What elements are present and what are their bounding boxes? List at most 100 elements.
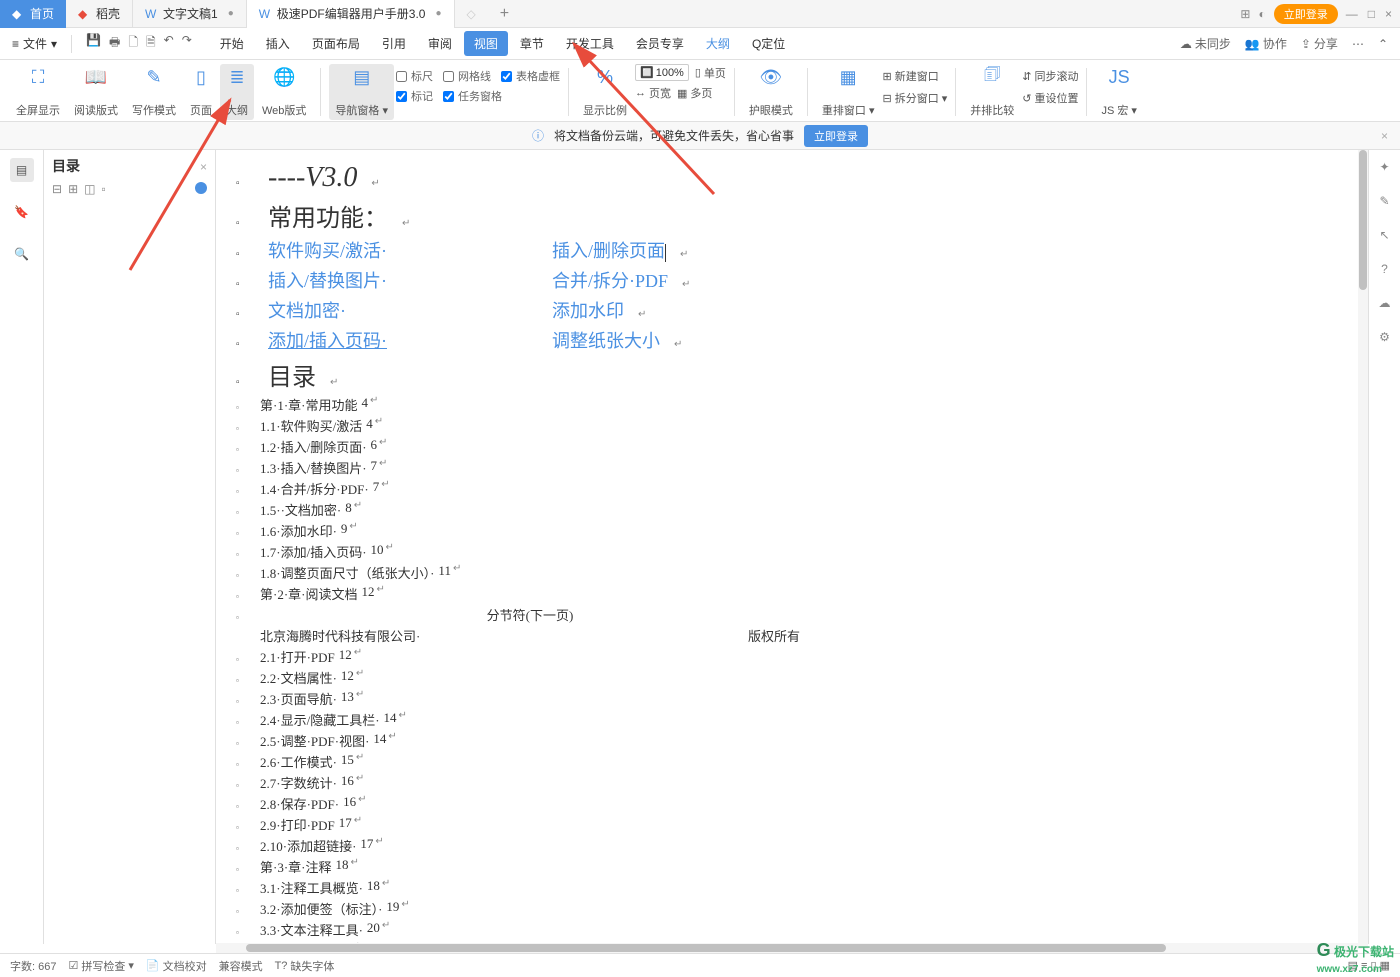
export-icon[interactable]: 🗎 (146, 33, 156, 54)
close-window-icon[interactable]: × (1385, 7, 1392, 21)
undo-icon[interactable]: ↶ (164, 33, 174, 54)
toc-entry[interactable]: 1.1·软件购买/激活 (260, 416, 362, 435)
more-menu[interactable]: ⋯ (1352, 37, 1364, 51)
close-icon[interactable]: ● (435, 8, 441, 19)
toc-entry[interactable]: 2.2·文档属性· (260, 668, 337, 687)
toc-entry[interactable]: 3.1·注释工具概览· (260, 878, 363, 897)
menu-insert[interactable]: 插入 (256, 31, 300, 56)
help-tool-icon[interactable]: ? (1381, 262, 1388, 276)
file-menu[interactable]: ≡ 文件 ▾ (12, 35, 57, 52)
toc-entry[interactable]: 1.6·添加水印· (260, 521, 337, 540)
compat-mode[interactable]: 兼容模式 (219, 958, 263, 974)
toc-tool[interactable]: ▤ (10, 158, 34, 182)
collapse-ribbon[interactable]: ⌃ (1378, 37, 1388, 51)
toc-entry[interactable]: 2.5·调整·PDF·视图· (260, 731, 369, 750)
scrollbar-thumb[interactable] (1359, 150, 1367, 290)
missing-font[interactable]: T? 缺失字体 (275, 958, 335, 974)
menu-vip[interactable]: 会员专享 (626, 31, 694, 56)
login-button[interactable]: 立即登录 (1274, 4, 1338, 24)
compare-button[interactable]: 🗊并排比较 (964, 64, 1020, 120)
menu-layout[interactable]: 页面布局 (302, 31, 370, 56)
share-button[interactable]: ⇪分享 (1301, 35, 1338, 52)
pagewidth-button[interactable]: ↔ 页宽 (635, 85, 671, 101)
collapse-all-icon[interactable]: ⊟ (52, 182, 62, 196)
toc-entry[interactable]: 1.7·添加/插入页码· (260, 542, 367, 561)
expand-all-icon[interactable]: ⊞ (68, 182, 78, 196)
doc-link[interactable]: 添加/插入页码· (268, 327, 538, 353)
doc-link[interactable]: 合并/拆分·PDF (552, 267, 668, 293)
toc-entry[interactable]: 3.2·添加便签（标注）· (260, 899, 382, 918)
toc-entry[interactable]: 第·1·章·常用功能 (260, 395, 358, 414)
doc-link[interactable]: 插入/删除页面 (552, 237, 666, 263)
split-window-button[interactable]: ⊟ 拆分窗口 ▾ (882, 90, 947, 106)
web-layout-button[interactable]: 🌐Web版式 (256, 64, 312, 120)
tile-window-button[interactable]: ▦重排窗口 ▾ (816, 64, 881, 120)
js-macro-button[interactable]: JSJS 宏 ▾ (1095, 64, 1142, 120)
minimize-icon[interactable]: — (1346, 7, 1358, 21)
menu-devtools[interactable]: 开发工具 (556, 31, 624, 56)
sync-status[interactable]: ☁未同步 (1180, 35, 1231, 52)
menu-chapter[interactable]: 章节 (510, 31, 554, 56)
close-banner-icon[interactable]: × (1381, 129, 1388, 143)
toc-entry[interactable]: 2.8·保存·PDF· (260, 794, 339, 813)
tab-pdf-manual[interactable]: W极速PDF编辑器用户手册3.0● (247, 0, 455, 28)
grid-icon[interactable]: ⊞ (1240, 7, 1250, 21)
coop-button[interactable]: 👥协作 (1245, 35, 1287, 52)
grid-checkbox[interactable]: 网格线 (443, 68, 491, 84)
toc-entry[interactable]: 2.6·工作模式· (260, 752, 337, 771)
settings-tool-icon[interactable]: ⚙ (1379, 330, 1390, 344)
menu-references[interactable]: 引用 (372, 31, 416, 56)
toc-entry[interactable]: 2.9·打印·PDF (260, 815, 335, 834)
toc-entry[interactable]: 2.10·添加超链接· (260, 836, 356, 855)
vertical-scrollbar[interactable] (1358, 150, 1368, 949)
menu-outline[interactable]: 大纲 (696, 31, 740, 56)
close-icon[interactable]: ● (228, 8, 234, 19)
new-window-button[interactable]: ⊞ 新建窗口 (882, 68, 947, 84)
ruler-checkbox[interactable]: 标尺 (396, 68, 433, 84)
close-panel-icon[interactable]: × (200, 160, 207, 174)
tab-add[interactable]: + (488, 0, 521, 28)
wordcount[interactable]: 字数: 667 (10, 958, 56, 974)
multi-page-button[interactable]: ▦ 多页 (677, 85, 712, 101)
demote-icon[interactable]: ▫ (101, 182, 105, 196)
mark-checkbox[interactable]: 标记 (396, 88, 433, 104)
toc-entry[interactable]: 1.2·插入/删除页面· (260, 437, 367, 456)
skin-icon[interactable]: ◐ (1258, 7, 1265, 21)
preview-icon[interactable]: 🗋 (128, 33, 138, 54)
toc-entry[interactable]: 1.4·合并/拆分·PDF· (260, 479, 369, 498)
page-layout-button[interactable]: ▯页面 (184, 64, 218, 120)
toc-entry[interactable]: 3.3·文本注释工具· (260, 920, 363, 939)
single-page-button[interactable]: ▯ 单页 (695, 65, 726, 81)
menu-start[interactable]: 开始 (210, 31, 254, 56)
save-icon[interactable]: 💾 (86, 33, 101, 54)
tab-pin[interactable]: ◇ (455, 0, 488, 28)
write-mode-button[interactable]: ✎写作模式 (126, 64, 182, 120)
toc-entry[interactable]: 2.1·打开·PDF (260, 647, 335, 666)
scrollbar-thumb[interactable] (246, 944, 1166, 952)
toc-entry[interactable]: 1.8·调整页面尺寸（纸张大小）· (260, 563, 434, 582)
outline-layout-button[interactable]: ≣大纲 (220, 64, 254, 120)
search-tool[interactable]: 🔍 (10, 242, 34, 266)
horizontal-scrollbar[interactable] (216, 943, 1358, 953)
tab-doc1[interactable]: W文字文稿1● (133, 0, 247, 28)
toc-entry[interactable]: 第·3·章·注释 (260, 857, 332, 876)
promote-icon[interactable]: ◫ (84, 182, 95, 196)
toc-entry[interactable]: 第·2·章·阅读文档 (260, 584, 358, 603)
taskpane-checkbox[interactable]: 任务窗格 (443, 88, 502, 104)
proofread-button[interactable]: 📄 文档校对 (146, 958, 207, 974)
maximize-icon[interactable]: □ (1368, 7, 1375, 21)
tab-doke[interactable]: ◆稻壳 (66, 0, 133, 28)
bookmark-tool[interactable]: 🔖 (10, 200, 34, 224)
toc-entry[interactable]: 1.3·插入/替换图片· (260, 458, 367, 477)
menu-find[interactable]: Q定位 (742, 31, 795, 56)
toc-entry[interactable]: 2.3·页面导航· (260, 689, 337, 708)
cloud-tool-icon[interactable]: ☁ (1379, 296, 1391, 310)
toc-entry[interactable]: 2.7·字数统计· (260, 773, 337, 792)
nav-pane-button[interactable]: ▤导航窗格 ▾ (329, 64, 394, 120)
select-tool-icon[interactable]: ↖ (1379, 228, 1389, 242)
menu-view[interactable]: 视图 (464, 31, 508, 56)
read-layout-button[interactable]: 📖阅读版式 (68, 64, 124, 120)
tab-home[interactable]: ◆首页 (0, 0, 66, 28)
spellcheck-toggle[interactable]: ☑ 拼写检查 ▾ (68, 958, 133, 974)
document-area[interactable]: ▫----V3.0↵ ▫常用功能：↵ ▫软件购买/激活·插入/删除页面↵▫插入/… (216, 150, 1368, 944)
